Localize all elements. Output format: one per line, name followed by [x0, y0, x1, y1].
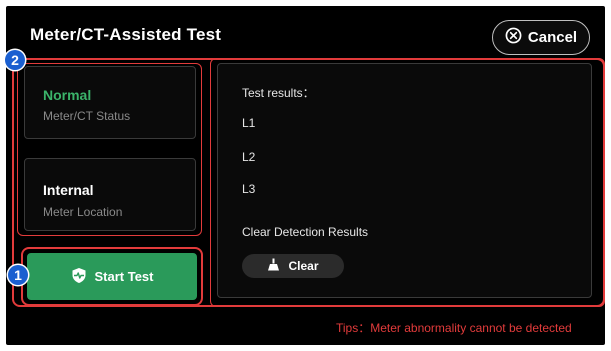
clear-label: Clear — [288, 259, 319, 273]
broom-icon — [267, 258, 280, 274]
test-results-heading: Test results： — [242, 86, 315, 100]
tips-text: Tips：Meter abnormality cannot be detecte… — [336, 321, 572, 335]
close-circle-icon — [505, 27, 522, 48]
shield-heartbeat-icon — [71, 267, 87, 287]
result-line-l3: L3 — [242, 182, 256, 196]
location-label: Meter Location — [43, 205, 123, 219]
status-value: Normal — [43, 87, 92, 103]
page-title: Meter/CT-Assisted Test — [30, 25, 222, 44]
start-test-label: Start Test — [94, 269, 154, 284]
location-value: Internal — [43, 182, 94, 198]
start-test-button[interactable]: Start Test — [27, 253, 197, 300]
meter-location-card[interactable]: Internal Meter Location — [24, 158, 196, 231]
annotation-badge-2: 2 — [5, 50, 25, 70]
annotation-badge-1: 1 — [8, 265, 28, 285]
clear-button[interactable]: Clear — [242, 254, 344, 278]
cancel-label: Cancel — [527, 29, 578, 46]
meter-ct-status-card: Normal Meter/CT Status — [24, 66, 196, 139]
cancel-button[interactable]: Cancel — [492, 20, 590, 55]
test-results-panel: Test results： L1 L2 L3 Clear Detection R… — [217, 63, 592, 298]
clear-results-heading: Clear Detection Results — [242, 225, 369, 239]
result-line-l1: L1 — [242, 116, 256, 130]
result-line-l2: L2 — [242, 150, 256, 164]
status-label: Meter/CT Status — [43, 109, 131, 123]
